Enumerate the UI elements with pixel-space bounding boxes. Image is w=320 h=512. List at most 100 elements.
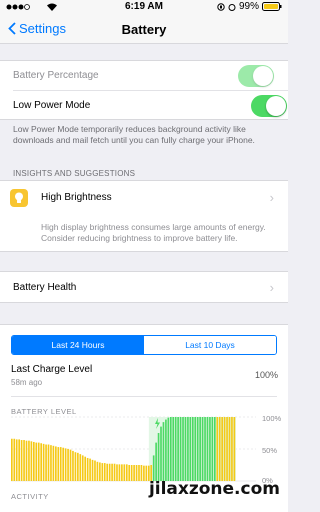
battery-level-bar [189, 417, 192, 481]
low-power-mode-toggle[interactable] [251, 95, 287, 117]
activity-label: ACTIVITY [11, 492, 49, 501]
battery-level-bar [201, 417, 204, 481]
battery-level-bar [55, 446, 57, 481]
battery-level-bar [103, 463, 106, 481]
battery-level-bar [221, 417, 223, 481]
battery-settings-group: Battery Percentage Low Power Mode [0, 60, 288, 120]
battery-level-bar [162, 422, 165, 481]
y-tick-label: 100% [262, 414, 282, 423]
battery-health-label: Battery Health [13, 282, 77, 293]
battery-level-bar [216, 417, 219, 481]
battery-level-bar [47, 444, 50, 481]
chevron-right-icon[interactable]: › [270, 280, 274, 295]
battery-level-bar [113, 463, 116, 481]
insights-header: INSIGHTS AND SUGGESTIONS [13, 169, 136, 178]
battery-level-bar [111, 463, 113, 481]
navigation-bar: Settings Battery [0, 14, 288, 44]
battery-level-bar [172, 417, 175, 481]
tab-last-10-days[interactable]: Last 10 Days [144, 336, 276, 354]
last-charge-time: 58m ago [11, 378, 43, 387]
battery-level-bar [123, 464, 126, 481]
high-brightness-label[interactable]: High Brightness [41, 192, 112, 203]
tab-last-24-hours[interactable]: Last 24 Hours [12, 336, 144, 354]
battery-percentage-row: Battery Percentage [0, 61, 288, 90]
battery-level-bar [125, 464, 128, 481]
battery-level-bar [179, 417, 182, 481]
battery-level-bar [177, 417, 179, 481]
chevron-right-icon[interactable]: › [270, 190, 274, 205]
battery-level-bar [91, 459, 94, 481]
battery-level-bar [77, 452, 79, 481]
battery-level-bar [94, 460, 96, 481]
battery-level-bar [108, 463, 111, 481]
battery-level-bar [84, 456, 87, 481]
battery-level-bar [218, 417, 221, 481]
battery-level-bar [101, 463, 104, 481]
low-power-mode-row: Low Power Mode [13, 90, 288, 119]
battery-level-bar [138, 465, 140, 481]
last-charge-title: Last Charge Level [11, 364, 93, 375]
battery-level-bar [45, 444, 47, 481]
battery-level-bar [67, 449, 69, 481]
battery-level-bar [25, 440, 28, 481]
battery-level-bar [184, 417, 187, 481]
battery-level-bar [11, 438, 13, 481]
battery-level-bar [62, 447, 65, 481]
last-charge-value: 100% [254, 370, 278, 380]
low-power-footnote: Low Power Mode temporarily reduces backg… [13, 124, 255, 145]
alarm-icon [228, 3, 236, 11]
battery-level-bar [106, 463, 109, 481]
battery-level-bar [206, 417, 209, 481]
battery-level-bar [15, 439, 18, 481]
battery-level-bar [140, 465, 143, 481]
battery-level-bar [152, 455, 155, 481]
battery-level-bar [204, 417, 206, 481]
battery-level-bar [20, 440, 23, 481]
battery-health-row[interactable]: Battery Health › [0, 271, 288, 303]
battery-level-bar [213, 417, 216, 481]
high-brightness-description: High display brightness consumes large a… [41, 222, 266, 243]
battery-level-bar [128, 465, 131, 481]
battery-level-bar [191, 417, 194, 481]
battery-level-bar [64, 448, 67, 481]
battery-level-bar [35, 442, 38, 481]
battery-level-bar [157, 433, 160, 481]
battery-level-bar [50, 445, 52, 481]
battery-level-bar [223, 417, 226, 481]
battery-level-bar [99, 462, 101, 481]
battery-level-bar [133, 465, 135, 481]
orientation-lock-icon [217, 2, 225, 11]
lightbulb-icon [10, 189, 28, 207]
time-range-segmented-control[interactable]: Last 24 Hours Last 10 Days [11, 335, 277, 355]
battery-level-bar [169, 417, 172, 481]
battery-level-bar [23, 440, 25, 481]
battery-level-bar [69, 449, 72, 481]
battery-level-bar [18, 439, 20, 481]
battery-level-bar [231, 417, 233, 481]
battery-level-bar [199, 417, 201, 481]
battery-level-bar [89, 458, 91, 481]
battery-level-bar [143, 465, 145, 481]
battery-level-bar [74, 452, 77, 481]
battery-level-bar [116, 464, 118, 481]
battery-level-bar [13, 438, 16, 481]
battery-percentage-toggle[interactable] [238, 65, 274, 87]
battery-level-bar [187, 417, 189, 481]
battery-level-bar [81, 455, 84, 481]
battery-level-bar [59, 447, 62, 481]
battery-level-bar [96, 461, 99, 481]
battery-level-bar [167, 417, 170, 481]
battery-level-bar [209, 417, 211, 481]
battery-level-bar [211, 417, 214, 481]
battery-level-bar [33, 441, 35, 481]
battery-level-bar [86, 457, 89, 481]
battery-level-bar [228, 417, 231, 481]
battery-level-bar [72, 450, 74, 481]
battery-level-bar [155, 442, 157, 481]
battery-level-bar [160, 426, 162, 481]
battery-level-bar [30, 441, 33, 481]
status-bar: 6:19 AM 99% [0, 0, 288, 14]
battery-level-bar [28, 440, 30, 481]
battery-level-bar [52, 445, 55, 481]
battery-level-bar [40, 443, 42, 481]
